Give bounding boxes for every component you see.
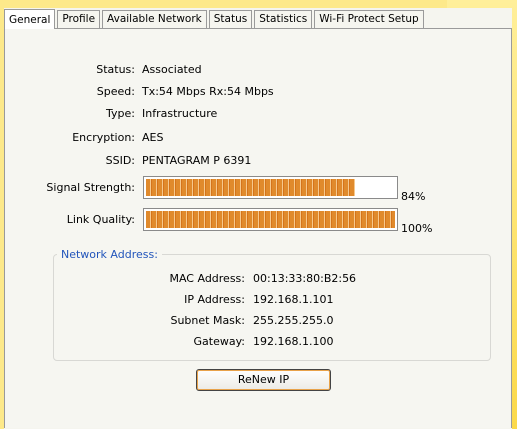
tab-bar: General Profile Available Network Status… (4, 8, 512, 31)
tab-status[interactable]: Status (208, 10, 253, 28)
status-value: Associated (142, 63, 202, 76)
mac-address-value: 00:13:33:80:B2:56 (253, 272, 357, 285)
link-quality-bar (143, 208, 398, 231)
tab-wifi-protect-setup[interactable]: Wi-Fi Protect Setup (314, 10, 424, 28)
link-quality-percent: 100% (401, 222, 433, 235)
renew-ip-button[interactable]: ReNew IP (196, 369, 331, 391)
link-quality-label: Link Quality: (66, 213, 135, 226)
ip-address-label: IP Address: (184, 293, 245, 306)
speed-value: Tx:54 Mbps Rx:54 Mbps (142, 85, 274, 98)
general-panel: Status: Associated Speed: Tx:54 Mbps Rx:… (4, 29, 512, 428)
type-label: Type: (106, 107, 135, 120)
wireless-utility-window: General Profile Available Network Status… (4, 8, 512, 429)
link-quality-fill (146, 211, 395, 228)
network-address-title: Network Address: (57, 248, 162, 261)
signal-strength-percent: 84% (401, 190, 426, 203)
tab-profile[interactable]: Profile (57, 10, 101, 28)
ssid-value: PENTAGRAM P 6391 (142, 154, 252, 167)
tab-statistics[interactable]: Statistics (254, 10, 313, 28)
tab-available-network[interactable]: Available Network (102, 10, 207, 28)
gateway-label: Gateway: (193, 335, 246, 348)
signal-strength-bar (143, 176, 398, 199)
ssid-label: SSID: (105, 154, 135, 167)
gateway-value: 192.168.1.100 (253, 335, 334, 348)
mac-address-label: MAC Address: (169, 272, 245, 285)
speed-label: Speed: (96, 85, 135, 98)
subnet-mask-value: 255.255.255.0 (253, 314, 334, 327)
status-label: Status: (96, 63, 135, 76)
signal-strength-label: Signal Strength: (46, 181, 135, 194)
subnet-mask-label: Subnet Mask: (170, 314, 245, 327)
type-value: Infrastructure (142, 107, 218, 120)
encryption-label: Encryption: (72, 131, 135, 144)
ip-address-value: 192.168.1.101 (253, 293, 334, 306)
signal-strength-fill (146, 179, 355, 196)
encryption-value: AES (142, 131, 164, 144)
tab-general[interactable]: General (4, 9, 56, 31)
